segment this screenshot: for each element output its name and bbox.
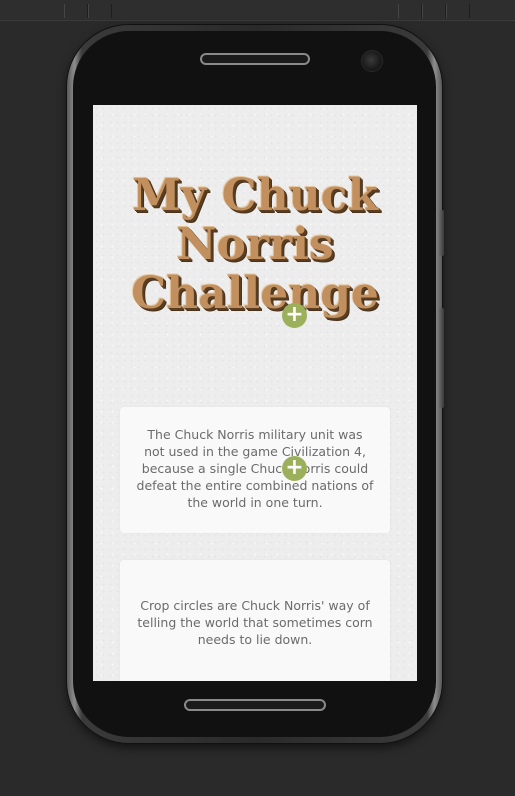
fact-card: The Chuck Norris military unit was not u… <box>120 407 390 533</box>
speaker-grille <box>200 53 310 65</box>
toolbar-segment <box>398 4 422 18</box>
power-button <box>439 308 444 408</box>
page-title: My Chuck Norris Challenge <box>131 170 379 319</box>
toolbar-segment <box>422 4 446 18</box>
plus-icon[interactable]: + <box>282 303 307 328</box>
front-camera <box>361 50 383 72</box>
app-screen: My Chuck Norris Challenge The Chuck Norr… <box>93 105 417 681</box>
volume-button <box>439 210 444 256</box>
fact-card: Crop circles are Chuck Norris' way of te… <box>120 560 390 681</box>
home-button[interactable] <box>184 699 326 711</box>
plus-icon[interactable]: + <box>282 456 307 481</box>
fact-text: Crop circles are Chuck Norris' way of te… <box>137 598 373 647</box>
toolbar-segment <box>446 4 470 18</box>
toolbar-segment <box>88 4 112 18</box>
editor-top-toolbar <box>0 0 515 21</box>
fact-text: The Chuck Norris military unit was not u… <box>136 427 374 510</box>
toolbar-segment <box>64 4 88 18</box>
